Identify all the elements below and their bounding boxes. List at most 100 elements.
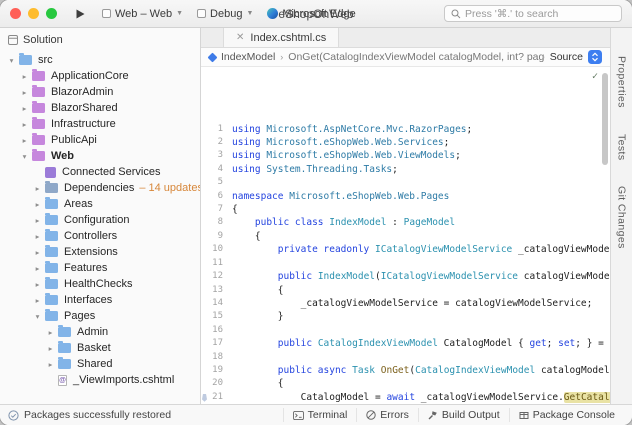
- tree-item-features[interactable]: ▸Features: [0, 260, 200, 276]
- minimize-window-button[interactable]: [28, 8, 39, 19]
- code-line[interactable]: 4using System.Threading.Tasks;: [201, 163, 610, 176]
- tree-item-admin[interactable]: ▸Admin: [0, 324, 200, 340]
- tree-item-publicapi[interactable]: ▸PublicApi: [0, 132, 200, 148]
- code-line[interactable]: 9 {: [201, 230, 610, 243]
- tree-item-blazoradmin[interactable]: ▸BlazorAdmin: [0, 84, 200, 100]
- expander-icon[interactable]: ▸: [32, 184, 43, 193]
- project-icon: [32, 103, 45, 113]
- code-line[interactable]: 10 private readonly ICatalogViewModelSer…: [201, 243, 610, 256]
- pad-button-build-output[interactable]: Build Output: [418, 408, 509, 422]
- close-tab-icon[interactable]: ✕: [236, 32, 244, 43]
- solution-pad-header[interactable]: Solution: [0, 28, 200, 52]
- expander-icon[interactable]: ▸: [45, 328, 56, 337]
- expander-icon[interactable]: ▸: [32, 232, 43, 241]
- code-line[interactable]: 8 public class IndexModel : PageModel: [201, 216, 610, 229]
- code-health-check-icon[interactable]: ✓: [592, 70, 598, 83]
- search-placeholder: Press '⌘.' to search: [465, 8, 558, 20]
- editor-scrollbar[interactable]: [602, 73, 608, 165]
- source-view-dropdown[interactable]: [588, 50, 602, 64]
- run-configuration-selector[interactable]: Web – Web ▼: [99, 6, 186, 22]
- project-chip-icon: [102, 9, 111, 18]
- expander-icon[interactable]: ▸: [32, 200, 43, 209]
- pad-button-terminal[interactable]: Terminal: [283, 408, 357, 422]
- line-number: 2: [208, 136, 232, 149]
- tree-item-areas[interactable]: ▸Areas: [0, 196, 200, 212]
- expander-icon[interactable]: ▸: [45, 344, 56, 353]
- tool-tab-tests[interactable]: Tests: [616, 134, 628, 161]
- tool-tab-properties[interactable]: Properties: [616, 56, 628, 108]
- tree-item-configuration[interactable]: ▸Configuration: [0, 212, 200, 228]
- tree-item-pages[interactable]: ▾ Pages: [0, 308, 200, 324]
- expander-icon[interactable]: ▾: [32, 312, 43, 321]
- code-line[interactable]: 21 CatalogModel = await _catalogViewMode…: [201, 391, 610, 404]
- gutter-margin: [201, 230, 208, 243]
- code-text: public IndexModel(ICatalogViewModelServi…: [232, 270, 610, 283]
- code-line[interactable]: 3using Microsoft.eShopWeb.Web.ViewModels…: [201, 149, 610, 162]
- tree-item-web[interactable]: ▾Web: [0, 148, 200, 164]
- tree-item-healthchecks[interactable]: ▸HealthChecks: [0, 276, 200, 292]
- code-line[interactable]: 16: [201, 324, 610, 337]
- expander-icon[interactable]: ▸: [32, 248, 43, 257]
- code-line[interactable]: 7{: [201, 203, 610, 216]
- tree-item-infrastructure[interactable]: ▸Infrastructure: [0, 116, 200, 132]
- tree-item-basket[interactable]: ▸Basket: [0, 340, 200, 356]
- tree-item-label: Pages: [64, 310, 95, 322]
- expander-icon[interactable]: ▸: [19, 72, 30, 81]
- pad-button-errors[interactable]: Errors: [356, 408, 418, 422]
- code-line[interactable]: 20 {: [201, 377, 610, 390]
- code-line[interactable]: 2using Microsoft.eShopWeb.Web.Services;: [201, 136, 610, 149]
- search-box[interactable]: Press '⌘.' to search: [444, 5, 622, 22]
- expander-icon[interactable]: ▸: [19, 136, 30, 145]
- expander-icon[interactable]: ▸: [32, 216, 43, 225]
- tree-item-controllers[interactable]: ▸Controllers: [0, 228, 200, 244]
- code-line[interactable]: 19 public async Task OnGet(CatalogIndexV…: [201, 364, 610, 377]
- code-line[interactable]: 17 public CatalogIndexViewModel CatalogM…: [201, 337, 610, 350]
- expander-icon[interactable]: ▾: [19, 152, 30, 161]
- tree-item-connected-services[interactable]: Connected Services: [0, 164, 200, 180]
- code-line[interactable]: 18: [201, 351, 610, 364]
- tree-item-shared[interactable]: ▸Shared: [0, 356, 200, 372]
- code-line[interactable]: 11: [201, 257, 610, 270]
- expander-icon[interactable]: ▸: [32, 280, 43, 289]
- tree-item-blazorshared[interactable]: ▸BlazorShared: [0, 100, 200, 116]
- expander-icon[interactable]: ▸: [45, 360, 56, 369]
- editor-pane: ✕ Index.cshtml.cs IndexModel › OnGet(Cat…: [201, 28, 610, 404]
- run-button[interactable]: [69, 6, 91, 22]
- code-line[interactable]: 6namespace Microsoft.eShopWeb.Web.Pages: [201, 190, 610, 203]
- expander-icon[interactable]: ▸: [32, 296, 43, 305]
- pad-button-package-console[interactable]: Package Console: [509, 408, 624, 422]
- code-line[interactable]: 1using Microsoft.AspNetCore.Mvc.RazorPag…: [201, 123, 610, 136]
- editor-tab-index-cshtml-cs[interactable]: ✕ Index.cshtml.cs: [223, 28, 339, 47]
- expander-icon[interactable]: ▾: [6, 56, 17, 65]
- tree-item-src[interactable]: ▾src: [0, 52, 200, 68]
- gutter-margin: [201, 364, 208, 377]
- window-title: eShopOnWeb: [278, 7, 353, 21]
- line-number: 13: [208, 284, 232, 297]
- tree-item-interfaces[interactable]: ▸Interfaces: [0, 292, 200, 308]
- code-line[interactable]: 12 public IndexModel(ICatalogViewModelSe…: [201, 270, 610, 283]
- tree-item-viewimports-cshtml[interactable]: @_ViewImports.cshtml: [0, 372, 200, 388]
- tool-tab-git-changes[interactable]: Git Changes: [616, 186, 628, 249]
- folder-icon: [45, 279, 58, 289]
- code-line[interactable]: 13 {: [201, 284, 610, 297]
- zoom-window-button[interactable]: [46, 8, 57, 19]
- close-window-button[interactable]: [10, 8, 21, 19]
- tree-item-applicationcore[interactable]: ▸ApplicationCore: [0, 68, 200, 84]
- line-number: 9: [208, 230, 232, 243]
- gutter-margin: [201, 284, 208, 297]
- breadcrumb-class[interactable]: IndexModel: [221, 51, 275, 63]
- editor-tab-label: Index.cshtml.cs: [250, 32, 326, 44]
- code-area[interactable]: ✓ 1using Microsoft.AspNetCore.Mvc.RazorP…: [201, 67, 610, 404]
- expander-icon[interactable]: ▸: [19, 120, 30, 129]
- code-line[interactable]: 5: [201, 176, 610, 189]
- tree-item-dependencies[interactable]: ▸Dependencies– 14 updates: [0, 180, 200, 196]
- tree-item-extensions[interactable]: ▸Extensions: [0, 244, 200, 260]
- breadcrumb-member[interactable]: OnGet(CatalogIndexViewModel catalogModel…: [288, 51, 544, 63]
- code-line[interactable]: 15 }: [201, 310, 610, 323]
- build-configuration-selector[interactable]: Debug ▼: [194, 6, 256, 22]
- code-text: private readonly ICatalogViewModelServic…: [232, 243, 610, 256]
- expander-icon[interactable]: ▸: [32, 264, 43, 273]
- expander-icon[interactable]: ▸: [19, 104, 30, 113]
- expander-icon[interactable]: ▸: [19, 88, 30, 97]
- code-line[interactable]: 14 _catalogViewModelService = catalogVie…: [201, 297, 610, 310]
